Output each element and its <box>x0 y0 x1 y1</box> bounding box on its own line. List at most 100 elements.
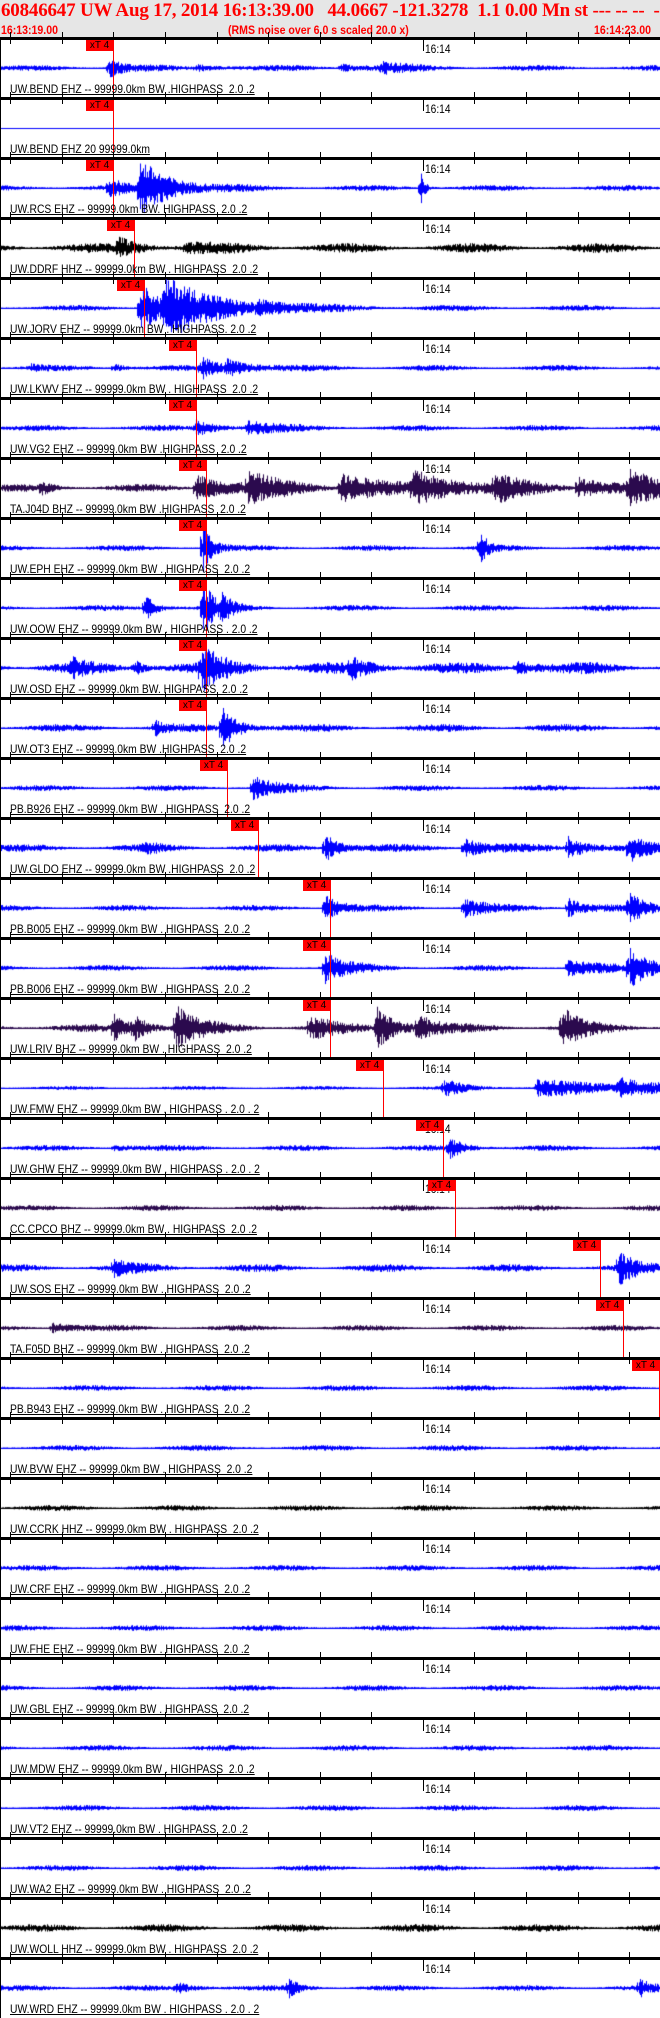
trace-row: 16:14xT 4UW.LRIV BHZ -- 99999.0km BW . H… <box>0 992 660 1058</box>
trace-row: 16:14xT 4UW.OOW EHZ -- 99999.0km BW . HI… <box>0 572 660 638</box>
station-label: UW.WRD EHZ -- 99999.0km BW . HIGHPASS . … <box>10 2002 260 2016</box>
trace-row: 16:14xT 4UW.BEND EHZ -- 99999.0km BW .HI… <box>0 32 660 98</box>
scaling-note: (RMS noise over 6.0 s scaled 20.0 x) <box>228 23 409 37</box>
trace-row: 16:14xT 4PB.B943 EHZ -- 99999.0km BW . H… <box>0 1352 660 1418</box>
pick-marker[interactable]: xT 4 <box>86 160 113 171</box>
pick-marker[interactable]: xT 4 <box>428 1180 455 1191</box>
left-border <box>0 38 1 2018</box>
trace-row: 16:14UW.WRD EHZ -- 99999.0km BW . HIGHPA… <box>0 1952 660 2018</box>
pick-marker[interactable]: xT 4 <box>169 400 196 411</box>
station-label: CC.CPCO BHZ -- 99999.0km BW . HIGHPASS 2… <box>10 1222 257 1236</box>
pick-marker[interactable]: xT 4 <box>86 40 113 51</box>
pick-marker[interactable]: xT 4 <box>179 700 206 711</box>
pick-line[interactable] <box>600 1240 601 1298</box>
station-label: UW.WOLL HHZ -- 99999.0km BW . HIGHPASS 2… <box>10 1942 259 1956</box>
trace-row: 16:14xT 4UW.JORV EHZ -- 99999.0km BW . H… <box>0 272 660 338</box>
trace-row: 16:14xT 4TA.F05D BHZ -- 99999.0km BW . H… <box>0 1292 660 1358</box>
trace-row: 16:14UW.WOLL HHZ -- 99999.0km BW . HIGHP… <box>0 1892 660 1958</box>
trace-row: 16:14xT 4CC.CPCO BHZ -- 99999.0km BW . H… <box>0 1172 660 1238</box>
pick-marker[interactable]: xT 4 <box>416 1120 443 1131</box>
station-label: UW.GLDO EHZ -- 99999.0km BW .HIGHPASS 2.… <box>10 862 256 876</box>
station-label: UW.LRIV BHZ -- 99999.0km BW . HIGHPASS 2… <box>10 1042 252 1056</box>
trace-row: 16:14UW.CCRK HHZ -- 99999.0km BW . HIGHP… <box>0 1472 660 1538</box>
pick-line[interactable] <box>383 1060 384 1118</box>
trace-row: 16:14xT 4TA.J04D BHZ -- 99999.0km BW .HI… <box>0 452 660 518</box>
trace-row: 16:14xT 4UW.OSD EHZ -- 99999.0km BW. HIG… <box>0 632 660 698</box>
trace-row: 16:14xT 4UW.OT3 EHZ -- 99999.0km BW .HIG… <box>0 692 660 758</box>
pick-marker[interactable]: xT 4 <box>179 580 206 591</box>
pick-marker[interactable]: xT 4 <box>303 1000 330 1011</box>
trace-row: 16:14UW.GBL EHZ -- 99999.0km BW . HIGHPA… <box>0 1652 660 1718</box>
trace-row: 16:14UW.WA2 EHZ -- 99999.0km BW . HIGHPA… <box>0 1832 660 1898</box>
pick-line[interactable] <box>455 1180 456 1238</box>
trace-row: 16:14UW.FHE EHZ -- 99999.0km BW . HIGHPA… <box>0 1592 660 1658</box>
pick-line[interactable] <box>330 880 331 938</box>
pick-line[interactable] <box>330 1000 331 1058</box>
station-label: PB.B943 EHZ -- 99999.0km BW . HIGHPASS 2… <box>10 1402 251 1416</box>
trace-row: 16:14UW.CRF EHZ -- 99999.0km BW . HIGHPA… <box>0 1532 660 1598</box>
station-label: UW.RCS EHZ -- 99999.0km BW. HIGHPASS 2.0… <box>10 202 248 216</box>
pick-marker[interactable]: xT 4 <box>86 100 113 111</box>
pick-line[interactable] <box>623 1300 624 1358</box>
station-label: UW.FMW EHZ -- 99999.0km BW . HIGHPASS . … <box>10 1102 260 1116</box>
station-label: UW.OT3 EHZ -- 99999.0km BW .HIGHPASS 2.0… <box>10 742 247 756</box>
trace-row: 16:14xT 4UW.SOS EHZ -- 99999.0km BW . HI… <box>0 1232 660 1298</box>
pick-marker[interactable]: xT 4 <box>200 760 227 771</box>
event-header: 60846647 UW Aug 17, 2014 16:13:39.00 44.… <box>0 0 660 38</box>
pick-marker[interactable]: xT 4 <box>107 220 134 231</box>
seismogram-viewer: 60846647 UW Aug 17, 2014 16:13:39.00 44.… <box>0 0 660 2018</box>
trace-row: 16:14xT 4UW.VG2 EHZ -- 99999.0km BW .HIG… <box>0 392 660 458</box>
station-label: PB.B006 EHZ -- 99999.0km BW . HIGHPASS 2… <box>10 982 251 996</box>
pick-marker[interactable]: xT 4 <box>117 280 144 291</box>
station-label: UW.OOW EHZ -- 99999.0km BW . HIGHPASS . … <box>10 622 258 636</box>
station-label: UW.VG2 EHZ -- 99999.0km BW .HIGHPASS 2.0… <box>10 442 247 456</box>
pick-marker[interactable]: xT 4 <box>179 640 206 651</box>
trace-row: 16:14xT 4UW.LKWV EHZ -- 99999.0km BW . H… <box>0 332 660 398</box>
station-label: UW.SOS EHZ -- 99999.0km BW . HIGHPASS 2.… <box>10 1282 251 1296</box>
pick-marker[interactable]: xT 4 <box>303 940 330 951</box>
trace-row: 16:14UW.MDW EHZ -- 99999.0km BW . HIGHPA… <box>0 1712 660 1778</box>
pick-line[interactable] <box>330 940 331 998</box>
station-label: UW.JORV EHZ -- 99999.0km BW . HIGHPASS. … <box>10 322 257 336</box>
station-label: TA.J04D BHZ -- 99999.0km BW .HIGHPASS 2.… <box>10 502 246 516</box>
station-label: UW.GBL EHZ -- 99999.0km BW . HIGHPASS 2.… <box>10 1702 250 1716</box>
trace-row: 16:14UW.VT2 EHZ -- 99999.0km BW . HIGHPA… <box>0 1772 660 1838</box>
trace-row: 16:14xT 4UW.BEND EHZ 20 99999.0km <box>0 92 660 158</box>
trace-row: 16:14xT 4UW.DDRF HHZ -- 99999.0km BW . H… <box>0 212 660 278</box>
end-time: 16:14:23.00 <box>594 23 651 37</box>
pick-line[interactable] <box>258 820 259 878</box>
trace-row: 16:14xT 4UW.RCS EHZ -- 99999.0km BW. HIG… <box>0 152 660 218</box>
event-title: 60846647 UW Aug 17, 2014 16:13:39.00 44.… <box>1 0 660 21</box>
pick-marker[interactable]: xT 4 <box>169 340 196 351</box>
pick-marker[interactable]: xT 4 <box>632 1360 659 1371</box>
station-label: UW.BEND EHZ 20 99999.0km <box>10 142 150 156</box>
station-label: UW.EPH EHZ -- 99999.0km BW . HIGHPASS 2.… <box>10 562 251 576</box>
station-label: PB.B005 EHZ -- 99999.0km BW . HIGHPASS 2… <box>10 922 251 936</box>
pick-line[interactable] <box>443 1120 444 1178</box>
trace-row: 16:14UW.BVW EHZ -- 99999.0km BW . HIGHPA… <box>0 1412 660 1478</box>
pick-marker[interactable]: xT 4 <box>179 520 206 531</box>
station-label: UW.GHW EHZ -- 99999.0km BW . HIGHPASS . … <box>10 1162 260 1176</box>
pick-marker[interactable]: xT 4 <box>573 1240 600 1251</box>
trace-row: 16:14xT 4UW.GHW EHZ -- 99999.0km BW . HI… <box>0 1112 660 1178</box>
station-label: UW.DDRF HHZ -- 99999.0km BW . HIGHPASS 2… <box>10 262 259 276</box>
pick-marker[interactable]: xT 4 <box>179 460 206 471</box>
pick-marker[interactable]: xT 4 <box>356 1060 383 1071</box>
station-label: UW.VT2 EHZ -- 99999.0km BW . HIGHPASS 2.… <box>10 1822 248 1836</box>
pick-marker[interactable]: xT 4 <box>231 820 258 831</box>
station-label: UW.CCRK HHZ -- 99999.0km BW . HIGHPASS 2… <box>10 1522 259 1536</box>
pick-marker[interactable]: xT 4 <box>303 880 330 891</box>
station-label: UW.CRF EHZ -- 99999.0km BW . HIGHPASS 2.… <box>10 1582 251 1596</box>
trace-row: 16:14xT 4PB.B005 EHZ -- 99999.0km BW . H… <box>0 872 660 938</box>
station-label: UW.FHE EHZ -- 99999.0km BW . HIGHPASS 2.… <box>10 1642 250 1656</box>
station-label: UW.OSD EHZ -- 99999.0km BW. HIGHPASS 2.0… <box>10 682 248 696</box>
trace-row: 16:14xT 4PB.B926 EHZ -- 99999.0km BW . H… <box>0 752 660 818</box>
trace-row: 16:14xT 4UW.EPH EHZ -- 99999.0km BW . HI… <box>0 512 660 578</box>
trace-row: 16:14xT 4UW.GLDO EHZ -- 99999.0km BW .HI… <box>0 812 660 878</box>
pick-marker[interactable]: xT 4 <box>596 1300 623 1311</box>
station-label: UW.WA2 EHZ -- 99999.0km BW . HIGHPASS 2.… <box>10 1882 251 1896</box>
station-label: PB.B926 EHZ -- 99999.0km BW . HIGHPASS 2… <box>10 802 251 816</box>
station-label: TA.F05D BHZ -- 99999.0km BW . HIGHPASS 2… <box>10 1342 250 1356</box>
trace-row: 16:14xT 4PB.B006 EHZ -- 99999.0km BW . H… <box>0 932 660 998</box>
station-label: UW.LKWV EHZ -- 99999.0km BW . HIGHPASS 2… <box>10 382 259 396</box>
